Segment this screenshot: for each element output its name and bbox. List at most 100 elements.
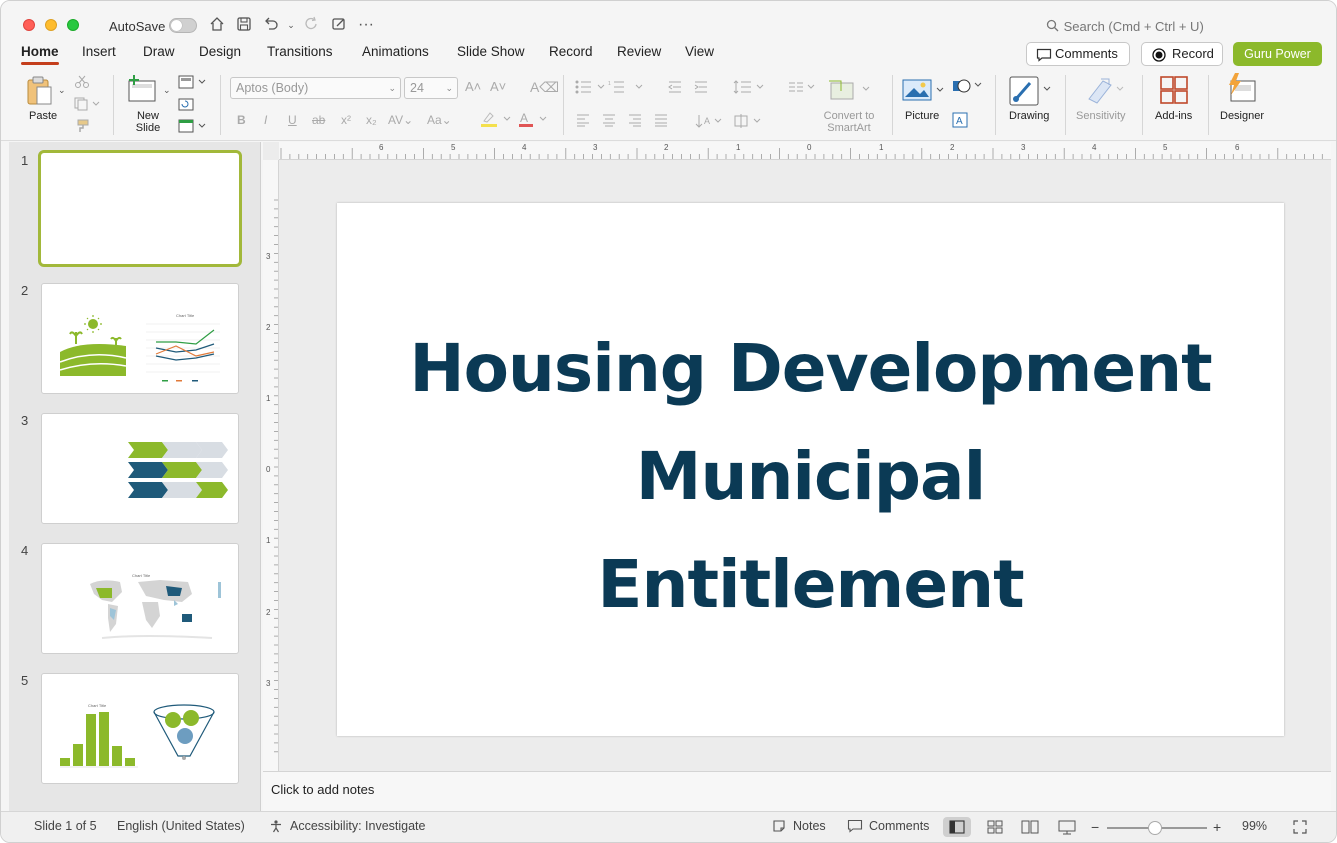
layout-icon[interactable] [178, 75, 208, 92]
thumbnail-number: 3 [21, 413, 29, 428]
normal-view-button[interactable] [943, 817, 971, 837]
fit-to-window-icon[interactable] [1292, 819, 1308, 838]
guru-power-button[interactable]: Guru Power [1233, 42, 1322, 66]
comments-toggle[interactable]: Comments [869, 819, 929, 833]
highlight-icon[interactable] [480, 111, 514, 130]
section-icon[interactable] [178, 119, 208, 136]
decrease-font-icon[interactable]: A˅ [490, 79, 506, 94]
accessibility-status[interactable]: Accessibility: Investigate [290, 819, 425, 833]
minimize-window-button[interactable] [45, 19, 57, 31]
autosave-toggle[interactable] [169, 18, 197, 33]
histogram-funnel-thumbnail: Chart Title [60, 703, 215, 768]
shapes-icon[interactable] [951, 77, 987, 98]
italic-icon[interactable]: I [264, 113, 267, 127]
ribbon-tabs: Home Insert Draw Design Transitions Anim… [1, 41, 1336, 67]
language-indicator[interactable]: English (United States) [117, 819, 245, 833]
chevron-process-thumbnail [128, 442, 228, 498]
slide-thumbnail-4[interactable]: Chart Title [41, 543, 239, 654]
zoom-slider-knob[interactable] [1148, 821, 1162, 835]
subscript-icon[interactable]: x₂ [366, 113, 377, 127]
thumbnail-number: 5 [21, 673, 29, 688]
format-painter-icon[interactable] [74, 119, 90, 136]
picture-icon[interactable] [901, 77, 947, 106]
slide-thumbnail-3[interactable] [41, 413, 239, 524]
tab-design[interactable]: Design [199, 44, 241, 59]
comments-button[interactable]: Comments [1026, 42, 1130, 66]
customize-icon[interactable] [329, 15, 349, 35]
thumb-chart-title: Chart Title [176, 313, 195, 318]
search-field[interactable]: Search (Cmd + Ctrl + U) [1046, 17, 1246, 37]
clear-formatting-icon[interactable]: A⌫ [530, 79, 559, 96]
indent-icons[interactable] [667, 79, 711, 98]
designer-icon[interactable] [1225, 73, 1259, 108]
reset-icon[interactable] [178, 97, 194, 114]
sensitivity-icon[interactable] [1085, 75, 1129, 108]
title-line: Entitlement [597, 546, 1024, 623]
columns-icon[interactable] [788, 81, 818, 96]
presenter-view-button[interactable] [1053, 817, 1081, 837]
chevron-down-icon: ⌄ [445, 83, 453, 93]
notes-toggle[interactable]: Notes [793, 819, 826, 833]
add-ins-icon[interactable] [1159, 75, 1189, 108]
reading-view-button[interactable] [1016, 817, 1044, 837]
line-spacing-icon[interactable] [733, 79, 767, 98]
new-slide-dropdown-icon[interactable]: ⌄ [163, 85, 171, 96]
slide-title[interactable]: Housing Development Municipal Entitlemen… [337, 315, 1284, 639]
tab-record[interactable]: Record [549, 44, 593, 59]
smartart-icon[interactable] [827, 77, 873, 106]
paste-icon[interactable] [25, 75, 55, 110]
font-size-select[interactable]: 24 ⌄ [404, 77, 458, 99]
paste-dropdown-icon[interactable]: ⌄ [58, 85, 66, 96]
title-line: Municipal [635, 438, 986, 515]
notes-pane[interactable]: Click to add notes [263, 771, 1331, 811]
new-slide-icon[interactable] [126, 75, 158, 106]
undo-dropdown-icon[interactable]: ⌄ [281, 15, 301, 35]
drawing-icon[interactable] [1008, 75, 1052, 110]
text-box-icon[interactable]: A [951, 111, 969, 132]
tab-insert[interactable]: Insert [82, 44, 116, 59]
text-direction-icon[interactable]: A [695, 113, 767, 132]
close-window-button[interactable] [23, 19, 35, 31]
zoom-level[interactable]: 99% [1242, 819, 1267, 833]
underline-icon[interactable]: U [288, 113, 297, 127]
tab-review[interactable]: Review [617, 44, 661, 59]
zoom-window-button[interactable] [67, 19, 79, 31]
undo-icon[interactable] [261, 15, 281, 35]
change-case-icon[interactable]: Aa⌄ [427, 113, 452, 127]
farm-chart-thumbnail: Chart Title [59, 313, 220, 382]
character-spacing-icon[interactable]: AV⌄ [388, 113, 413, 127]
bullets-icon[interactable]: 1 [574, 79, 664, 98]
tab-slide-show[interactable]: Slide Show [457, 44, 525, 59]
tab-view[interactable]: View [685, 44, 714, 59]
font-name-select[interactable]: Aptos (Body) ⌄ [230, 77, 401, 99]
zoom-out-button[interactable]: − [1091, 819, 1099, 835]
slide-thumbnail-panel[interactable]: 1 2 Chart Title 3 4 Chart Title 5 Chart … [9, 142, 261, 811]
slide-editor[interactable]: 6 5 4 3 2 1 0 1 2 3 4 5 6 3 2 1 0 1 2 3 [263, 142, 1331, 771]
save-icon[interactable] [234, 15, 254, 35]
slide-sorter-button[interactable] [981, 817, 1009, 837]
font-color-icon[interactable]: A [518, 111, 552, 130]
more-icon[interactable]: ··· [356, 15, 376, 35]
redo-icon[interactable] [302, 15, 322, 35]
tab-animations[interactable]: Animations [362, 44, 429, 59]
home-icon[interactable] [207, 15, 227, 35]
tab-transitions[interactable]: Transitions [267, 44, 333, 59]
slide-thumbnail-2[interactable]: Chart Title [41, 283, 239, 394]
increase-font-icon[interactable]: A˄ [465, 79, 481, 94]
comment-icon [847, 819, 863, 836]
copy-icon[interactable] [74, 97, 100, 114]
zoom-in-button[interactable]: + [1213, 819, 1221, 835]
tab-home[interactable]: Home [21, 44, 59, 65]
strikethrough-icon[interactable]: ab [312, 113, 325, 127]
tab-draw[interactable]: Draw [143, 44, 175, 59]
comments-button-label: Comments [1055, 46, 1118, 61]
current-slide[interactable]: Housing Development Municipal Entitlemen… [337, 203, 1284, 736]
align-icons[interactable] [576, 113, 672, 130]
bold-icon[interactable]: B [237, 113, 246, 127]
thumbnail-number: 4 [21, 543, 29, 558]
slide-thumbnail-5[interactable]: Chart Title [41, 673, 239, 784]
slide-thumbnail-1[interactable] [38, 150, 242, 267]
superscript-icon[interactable]: x² [341, 113, 351, 127]
record-button[interactable]: Record [1141, 42, 1223, 66]
cut-icon[interactable] [74, 75, 90, 92]
